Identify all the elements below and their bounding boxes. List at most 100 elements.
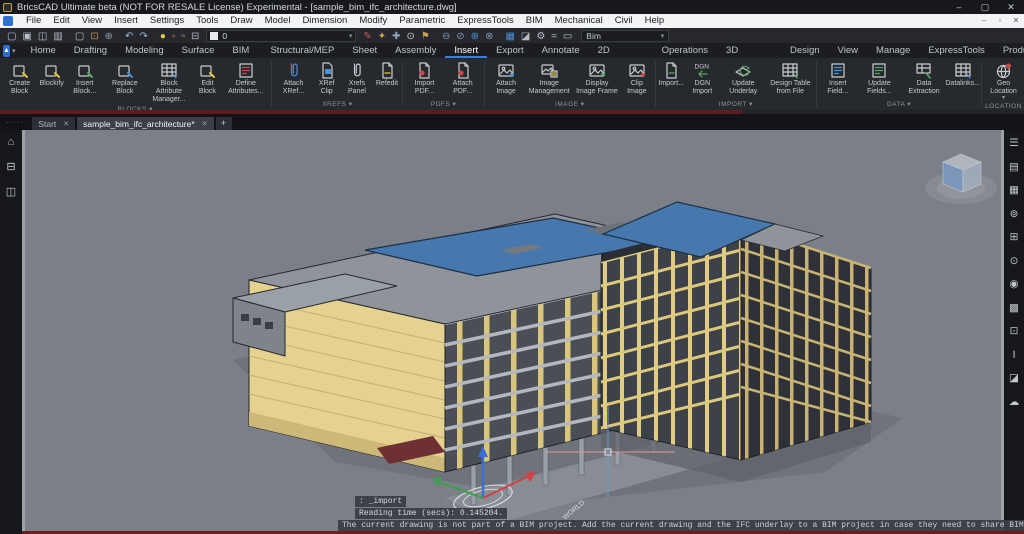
mdi-close-button[interactable]: ✕ — [1008, 14, 1024, 28]
ribbon-button-block-attribute-manager[interactable]: Block Attribute Manager... — [145, 59, 192, 104]
minimize-button[interactable]: – — [946, 0, 972, 14]
layouts-icon[interactable]: ≈ — [548, 31, 560, 42]
look-view-icon[interactable]: ⊗ — [482, 31, 496, 42]
ribbon-tab-sheet-metal[interactable]: Sheet Metal — [343, 44, 386, 58]
mdi-restore-button[interactable]: ▫ — [992, 14, 1008, 28]
ribbon-tab-surface[interactable]: Surface — [173, 44, 224, 58]
ribbon-button-create-block[interactable]: Create Block — [1, 59, 38, 97]
menu-help[interactable]: Help — [639, 14, 671, 28]
bricscad-logo-button[interactable]: ▲ — [3, 45, 10, 57]
ribbon-tab-assembly[interactable]: Assembly — [386, 44, 445, 58]
ribbon-tab-structural-mep[interactable]: Structural/MEP — [261, 44, 343, 58]
ribbon-tab-view[interactable]: View — [829, 44, 867, 58]
close-tab-icon[interactable]: ✕ — [202, 120, 208, 128]
ribbon-button-dgn-import[interactable]: DGNDGN Import — [685, 59, 720, 97]
ribbon-button-design-table-from-file[interactable]: Design Table from File — [767, 59, 814, 97]
ribbon-button-blockify[interactable]: Blockify — [38, 59, 65, 89]
close-drawing-icon[interactable]: ▢ — [72, 31, 87, 42]
ribbon-button-attach-image[interactable]: Attach Image — [487, 59, 526, 97]
ribbon-tab-home[interactable]: Home — [21, 44, 64, 58]
home-icon[interactable]: ⌂ — [8, 136, 15, 149]
tracking-tool-icon[interactable]: ⚑ — [418, 31, 433, 42]
ribbon-tab-2d-parametric[interactable]: 2D Parametric — [589, 44, 653, 58]
ribbon-button-geo-location[interactable]: Geo Location▾ — [984, 59, 1023, 101]
layers-panel-icon[interactable]: ▤ — [1009, 162, 1019, 173]
ribbon-tab-modeling[interactable]: Modeling — [116, 44, 173, 58]
ribbon-tab-productivity[interactable]: Productivity — [994, 44, 1024, 58]
save-all-icon[interactable]: ▥ — [50, 31, 65, 42]
communication-panel-icon[interactable]: ◉ — [1009, 279, 1018, 290]
ribbon-tab-design-intent[interactable]: Design Intent — [781, 44, 829, 58]
workspace-dropdown[interactable]: Bim ▾ — [581, 30, 669, 42]
ribbon-button-image-management[interactable]: Image Management — [525, 59, 573, 97]
selection-tool-icon[interactable]: ✚ — [389, 31, 403, 42]
ribbon-button-define-attributes[interactable]: Define Attributes... — [222, 59, 269, 97]
undo-icon[interactable]: ↶ — [122, 31, 136, 42]
ribbon-tab-manage[interactable]: Manage — [867, 44, 919, 58]
close-tab-icon[interactable]: ✕ — [63, 120, 69, 128]
ribbon-button-insert-field[interactable]: Insert Field... — [819, 59, 857, 97]
redo-icon[interactable]: ↷ — [136, 31, 150, 42]
ribbon-button-data-extraction[interactable]: Data Extraction — [902, 59, 946, 97]
measure-tool-icon[interactable]: ✦ — [375, 31, 389, 42]
ribbon-tab-expresstools[interactable]: ExpressTools — [919, 44, 994, 58]
ribbon-tab-3d-parametric[interactable]: 3D Parametric — [717, 44, 781, 58]
drawing-explorer-icon[interactable]: ◪ — [518, 31, 533, 42]
snap-tool-icon[interactable]: ⊙ — [404, 31, 418, 42]
save-drawing-icon[interactable]: ◫ — [35, 31, 50, 42]
ribbon-group-label-data[interactable]: DATA ▾ — [819, 99, 979, 110]
print-icon[interactable]: ⊡ — [87, 31, 101, 42]
plot-printer-icon[interactable]: ⊟ — [188, 31, 202, 42]
menu-model[interactable]: Model — [259, 14, 297, 28]
ribbon-button-import[interactable]: Import... — [658, 59, 685, 89]
mdi-minimize-button[interactable]: – — [976, 14, 992, 28]
sun-brightness-icon[interactable]: ◦ — [169, 31, 179, 42]
ribbon-button-xrefs-panel[interactable]: Xrefs Panel — [340, 59, 373, 97]
ribbon-tab-drafting[interactable]: Drafting — [65, 44, 116, 58]
tips-panel-icon[interactable]: ⊙ — [1010, 256, 1019, 267]
ribbon-button-insert-block[interactable]: Insert Block... — [65, 59, 104, 97]
new-drawing-icon[interactable]: ▢ — [4, 31, 19, 42]
ribbon-button-import-pdf[interactable]: Import PDF... — [405, 59, 443, 97]
ribbon-button-update-underlay[interactable]: Update Underlay — [720, 59, 767, 97]
orbit-view-icon[interactable]: ⊖ — [439, 31, 453, 42]
ribbon-button-update-fields[interactable]: Update Fields... — [857, 59, 902, 97]
bricscad-menu-icon[interactable] — [3, 16, 13, 26]
layer-dropdown[interactable]: 0 ▾ — [206, 30, 356, 42]
open-drawing-icon[interactable]: ▣ — [19, 31, 34, 42]
ribbon-group-label-xrefs[interactable]: XREFS ▾ — [274, 99, 400, 110]
ribbon-group-label-image[interactable]: IMAGE ▾ — [487, 99, 653, 110]
attachments-panel-icon[interactable]: ⊚ — [1010, 209, 1019, 220]
ribbon-group-label-pdfs[interactable]: PDFS ▾ — [405, 99, 482, 110]
ribbon-button-edit-block[interactable]: Edit Block — [192, 59, 222, 97]
ribbon-tab-export[interactable]: Export — [487, 44, 532, 58]
ribbon-button-clip-image[interactable]: Clip Image — [621, 59, 653, 97]
ribbon-tab-operations[interactable]: Operations — [653, 44, 717, 58]
publish-icon[interactable]: ⊕ — [102, 31, 116, 42]
ribbon-tab-bim-data[interactable]: BIM Data — [223, 44, 261, 58]
tab-grip[interactable]: ····· — [6, 118, 24, 127]
ribbon-button-datalinks[interactable]: Datalinks... — [946, 59, 979, 89]
model-explorer-icon[interactable]: ◫ — [6, 186, 16, 199]
sheet-sets-panel-icon[interactable]: ⊞ — [1010, 232, 1019, 243]
ribbon-tab-annotate[interactable]: Annotate — [533, 44, 589, 58]
blocks-panel-icon[interactable]: ▦ — [1009, 185, 1019, 196]
ribbon-tab-insert[interactable]: Insert — [445, 44, 487, 58]
ribbon-group-label-import[interactable]: IMPORT ▾ — [658, 99, 814, 110]
document-tab-sample-bim-ifc-architecture[interactable]: sample_bim_ifc_architecture*✕ — [77, 117, 213, 130]
materials-panel-icon[interactable]: ◪ — [1009, 373, 1019, 384]
command-prompt[interactable]: : _import — [355, 496, 406, 507]
close-button[interactable]: ✕ — [998, 0, 1024, 14]
display-panel-icon[interactable]: ⊡ — [1010, 326, 1019, 337]
structure-browser-icon[interactable]: ⊟ — [6, 161, 15, 174]
ribbon-button-replace-block[interactable]: Replace Block — [104, 59, 145, 97]
settings-gear-icon[interactable]: ⚙ — [533, 31, 548, 42]
hatches-panel-icon[interactable]: ▩ — [1009, 303, 1019, 314]
menu-dimension[interactable]: Dimension — [296, 14, 353, 28]
cloud-panel-icon[interactable]: ☁ — [1009, 397, 1020, 408]
ribbon-button-refedit[interactable]: Refedit — [373, 59, 400, 89]
new-tab-button[interactable]: + — [216, 117, 232, 130]
model-viewport[interactable]: WORLD : _import Reading time (secs): 0.1… — [22, 130, 1004, 531]
menu-draw[interactable]: Draw — [224, 14, 258, 28]
ribbon-button-xref-clip[interactable]: XRef Clip — [313, 59, 341, 97]
